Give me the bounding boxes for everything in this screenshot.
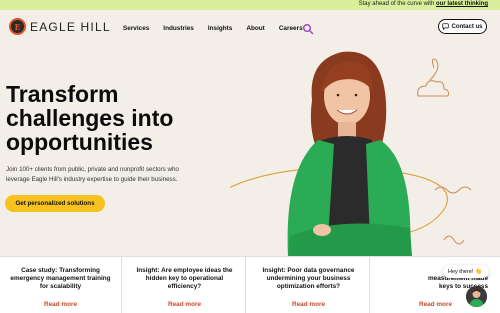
logo-mark-icon: E	[9, 18, 26, 35]
card-title: Case study: Transforming emergency manag…	[0, 267, 121, 293]
hero-photo	[230, 51, 472, 256]
read-more-link[interactable]: Read more	[419, 301, 452, 308]
contact-us-label: Contact us	[451, 23, 483, 30]
card-title: Insight: Poor data governance underminin…	[248, 267, 369, 293]
read-more-link[interactable]: Read more	[292, 301, 325, 308]
card-data-governance[interactable]: Insight: Poor data governance underminin…	[248, 257, 370, 313]
nav-item-services[interactable]: Services	[123, 25, 149, 32]
logo[interactable]: E EAGLE HILL	[9, 18, 111, 35]
squiggle-doodle-2	[443, 235, 465, 245]
neck	[338, 122, 356, 138]
search-icon[interactable]	[302, 23, 314, 35]
card-title-line: undermining your business	[266, 275, 351, 282]
chat-greeting-text: Hey there!	[448, 268, 474, 275]
hero-subtitle: Join 100+ clients from public, private a…	[6, 165, 206, 185]
hand	[313, 224, 331, 236]
card-title-line: Insight: Are employee ideas the	[136, 267, 233, 274]
eye-left	[336, 93, 340, 97]
card-title: Insight: Are employee ideas the hidden k…	[124, 267, 245, 293]
wave-icon: 👋	[475, 268, 483, 275]
card-title-line: emergency management training	[10, 275, 111, 282]
hero-subtitle-line-1: Join 100+ clients from public, private a…	[6, 166, 179, 173]
promo-bar: Stay ahead of the curve with our latest …	[0, 0, 500, 10]
logo-mark-letter: E	[14, 21, 21, 32]
card-title-line: Insight: Poor data governance	[262, 267, 355, 274]
card-employee-ideas[interactable]: Insight: Are employee ideas the hidden k…	[124, 257, 246, 313]
squiggle-doodle	[434, 186, 472, 194]
swirl-doodle	[429, 58, 439, 81]
logo-text: EAGLE HILL	[30, 19, 111, 34]
card-case-study[interactable]: Case study: Transforming emergency manag…	[0, 257, 122, 313]
card-title-line: efficiency?	[167, 283, 202, 290]
nav-item-insights[interactable]: Insights	[208, 25, 233, 32]
chat-avatar-image	[466, 286, 487, 307]
nav-item-industries[interactable]: Industries	[163, 25, 194, 32]
read-more-link[interactable]: Read more	[44, 301, 77, 308]
hero-subtitle-line-2: leverage Eagle Hill's industry expertise…	[6, 176, 178, 183]
card-title-line: optimization efforts?	[276, 283, 341, 290]
chat-bubble-icon	[442, 23, 450, 30]
read-more-link[interactable]: Read more	[168, 301, 201, 308]
insight-cards: Case study: Transforming emergency manag…	[0, 256, 500, 313]
promo-text: Stay ahead of the curve with our latest …	[359, 1, 488, 7]
cloud-doodle	[417, 80, 449, 97]
nav-item-about[interactable]: About	[246, 25, 264, 32]
chat-avatar-icon[interactable]	[466, 286, 487, 307]
latest-thinking-link[interactable]: our latest thinking	[436, 1, 488, 7]
card-title-line: Case study: Transforming	[21, 267, 100, 274]
hero-title-line-1: Transform	[6, 81, 119, 107]
chat-greeting[interactable]: Hey there! 👋	[443, 265, 489, 278]
get-solutions-button[interactable]: Get personalized solutions	[5, 195, 105, 212]
nav-item-careers[interactable]: Careers	[279, 25, 303, 32]
card-title-line: hidden key to operational	[145, 275, 224, 282]
hero-title-line-3: opportunities	[6, 129, 153, 155]
eye-right	[354, 93, 358, 97]
promo-lead: Stay ahead of the curve with	[358, 1, 435, 7]
nav-links: Services Industries Insights About Caree…	[123, 25, 317, 32]
hero-title-line-2: challenges into	[6, 105, 174, 131]
contact-us-button[interactable]: Contact us	[438, 19, 487, 34]
card-title-line: for scalability	[39, 283, 82, 290]
hero-title: Transform challenges into opportunities	[6, 82, 206, 154]
